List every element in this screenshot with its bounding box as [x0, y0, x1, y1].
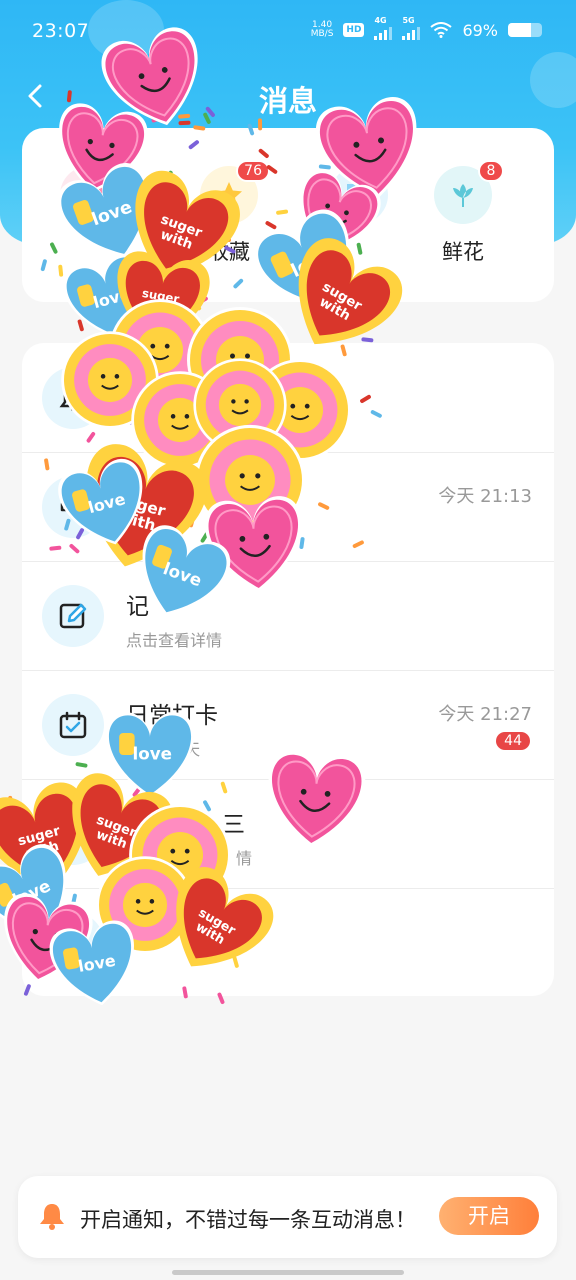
notification-banner: 开启通知，不错过每一条互动消息！ 开启 — [18, 1176, 557, 1258]
message-icon-wrap — [42, 694, 104, 756]
sprinkle — [361, 337, 374, 343]
category-badge: 76 — [236, 160, 270, 182]
message-time: 今天 21:13 — [438, 486, 532, 507]
sprinkle — [368, 303, 379, 313]
message-list: 今天 21:13 记 点击查看详情 日常打卡 续打卡1天 今天 21:27 44… — [22, 343, 554, 996]
megaphone-icon — [60, 495, 82, 519]
message-time: 今天 21:27 — [438, 704, 532, 725]
sprinkle — [10, 849, 22, 859]
message-row[interactable]: 三 情 — [22, 779, 554, 889]
message-sub: 情 — [236, 849, 253, 868]
hd-icon: HD — [343, 23, 365, 37]
category-comments[interactable] — [304, 166, 414, 236]
category-flowers[interactable]: 8 鲜花 — [408, 160, 518, 266]
sprinkle — [121, 301, 126, 314]
gift-icon — [59, 934, 87, 956]
message-row[interactable]: 今天 21:13 — [22, 452, 554, 562]
sprinkle — [228, 324, 240, 333]
bell-icon — [59, 385, 87, 411]
battery-icon — [508, 23, 542, 37]
sticker-tag — [0, 882, 15, 907]
category-label: 收藏 — [208, 240, 250, 264]
category-favorites[interactable]: 76 收藏 — [174, 160, 284, 266]
status-icons: 1.40 MB/S HD 4G 5G 69% — [310, 16, 542, 40]
message-name: 记 — [126, 594, 149, 620]
category-card: 76 收藏 8 鲜花 — [22, 128, 554, 302]
category-icon-wrap — [330, 166, 388, 224]
message-sub: 点击查看详情 — [126, 631, 223, 650]
category-likes[interactable] — [34, 166, 144, 236]
sprinkle — [334, 316, 345, 326]
net-speed: 1.40 MB/S — [310, 20, 334, 39]
signal-4g-icon: 4G — [374, 16, 393, 40]
comment-icon — [347, 184, 371, 206]
message-icon-wrap — [42, 912, 104, 974]
message-row[interactable]: 日常打卡 续打卡1天 今天 21:27 44 — [22, 670, 554, 780]
message-icon-wrap — [42, 803, 104, 865]
sprinkle — [77, 319, 84, 332]
signal-5g-icon: 5G — [402, 16, 421, 40]
message-icon-wrap — [42, 585, 104, 647]
message-row[interactable] — [22, 343, 554, 453]
message-sub: 续打卡1天 — [126, 740, 201, 759]
category-icon-wrap — [60, 166, 118, 224]
edit-icon — [59, 603, 87, 629]
flower-icon — [453, 184, 473, 207]
category-icon-wrap: 76 — [200, 160, 270, 224]
sprinkle — [0, 890, 5, 901]
category-label: 鲜花 — [442, 240, 484, 264]
message-row[interactable]: 记 点击查看详情 — [22, 561, 554, 671]
status-time: 23:07 — [32, 20, 90, 42]
star-icon — [216, 182, 242, 207]
notification-text: 开启通知，不错过每一条互动消息！ — [80, 1208, 416, 1232]
user-icon — [61, 822, 85, 846]
message-row[interactable] — [22, 888, 554, 997]
nav-bar: 消息 — [0, 70, 576, 126]
bell-icon — [40, 1204, 64, 1230]
battery-level — [508, 23, 532, 37]
calendar-check-icon — [59, 711, 87, 739]
sprinkle — [8, 795, 13, 808]
category-icon-wrap: 8 — [434, 160, 504, 224]
page-title: 消息 — [258, 84, 317, 118]
unread-count-badge: 44 — [496, 732, 530, 750]
status-bar: 23:07 1.40 MB/S HD 4G 5G 69% — [0, 0, 576, 64]
heart-icon — [74, 181, 104, 207]
battery-percent: 69% — [462, 20, 498, 40]
message-name: 三 — [222, 812, 245, 838]
message-icon-wrap — [42, 367, 104, 429]
message-name: 日常打卡 — [126, 703, 218, 729]
wifi-icon — [430, 22, 453, 38]
message-icon-wrap — [42, 476, 104, 538]
enable-notification-button[interactable]: 开启 — [439, 1197, 539, 1235]
category-badge: 8 — [478, 160, 504, 182]
sprinkle — [172, 327, 182, 338]
home-indicator — [172, 1270, 404, 1275]
